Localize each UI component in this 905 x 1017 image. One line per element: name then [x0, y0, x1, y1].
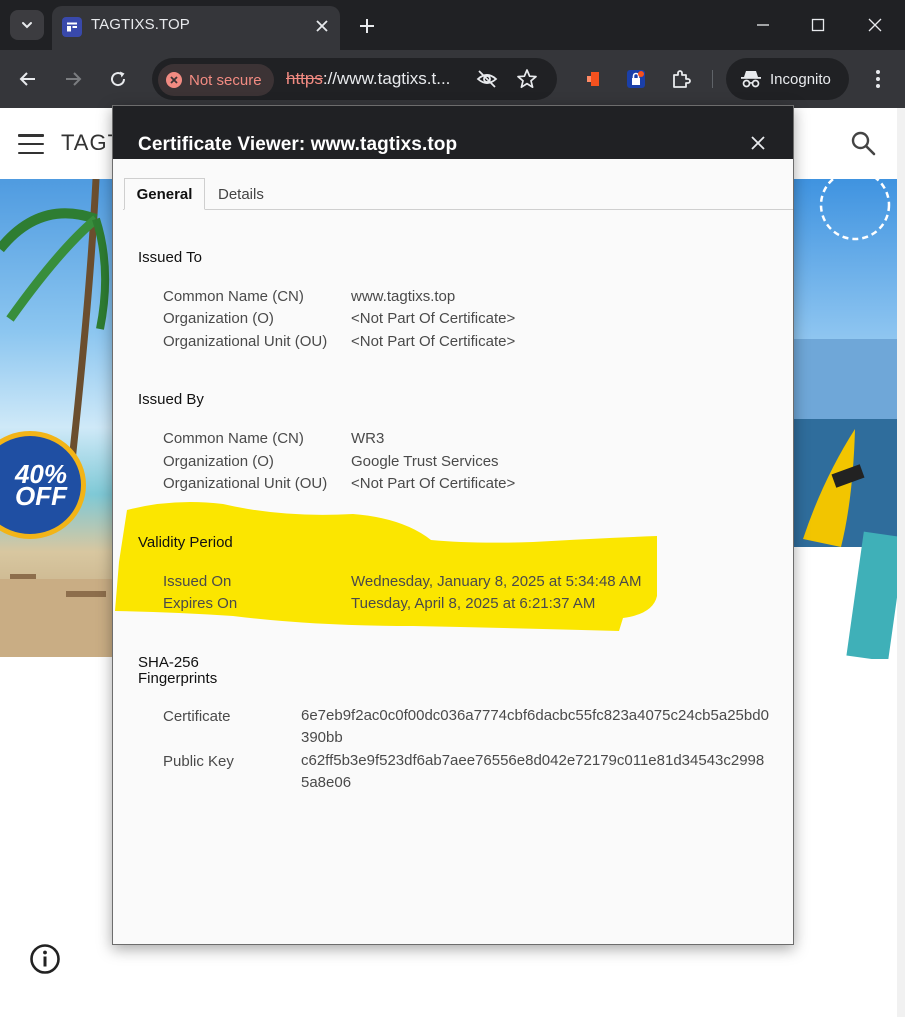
dialog-close-button[interactable] — [747, 132, 769, 154]
dialog-tabs: General Details — [123, 178, 793, 210]
minimize-button[interactable] — [748, 10, 778, 40]
issued-to-ou-label: Organizational Unit (OU) — [163, 333, 328, 350]
forward-icon — [66, 72, 82, 86]
eye-off-icon — [476, 70, 498, 88]
new-tab-button[interactable] — [353, 12, 381, 40]
validity-heading: Validity Period — [138, 534, 233, 551]
back-icon — [19, 72, 35, 86]
close-icon — [316, 20, 328, 32]
hero-lake-image — [793, 179, 897, 659]
tracking-protection-button[interactable] — [476, 68, 498, 90]
close-icon — [868, 18, 882, 32]
extensions-menu-button[interactable] — [666, 64, 696, 94]
close-window-button[interactable] — [860, 10, 890, 40]
fingerprints-heading-line1: SHA-256 — [138, 654, 199, 671]
error-icon — [166, 72, 182, 88]
issued-by-o-label: Organization (O) — [163, 453, 274, 470]
public-key-fp-value: c62ff5b3e9f523df6ab7aee76556e8d042e72179… — [301, 752, 765, 791]
kayak-illustration — [793, 179, 897, 659]
url-host: ://www.tagtixs.t... — [322, 69, 451, 88]
forward-button[interactable] — [58, 64, 88, 94]
close-icon — [751, 136, 765, 150]
issued-to-cn-label: Common Name (CN) — [163, 288, 304, 305]
issued-to-o-value: <Not Part Of Certificate> — [351, 310, 516, 327]
kebab-menu-icon — [876, 70, 880, 88]
palm-tree-illustration — [0, 179, 112, 657]
browser-tab[interactable]: TAGTIXS.TOP — [52, 6, 340, 50]
expires-on-value: Tuesday, April 8, 2025 at 6:21:37 AM — [351, 595, 596, 612]
public-key-fp-label: Public Key — [163, 753, 234, 770]
issued-by-ou-value: <Not Part Of Certificate> — [351, 475, 516, 492]
dialog-titlebar: Certificate Viewer: www.tagtixs.top — [113, 106, 793, 159]
issued-by-cn-value: WR3 — [351, 430, 385, 447]
hero-beach-image: 40% OFF — [0, 179, 112, 657]
maximize-button[interactable] — [803, 10, 833, 40]
reload-button[interactable] — [103, 64, 133, 94]
extension-button-2[interactable] — [621, 64, 651, 94]
incognito-label: Incognito — [770, 70, 831, 88]
tab-details[interactable]: Details — [218, 178, 264, 210]
megaphone-icon — [587, 72, 599, 86]
back-button[interactable] — [13, 64, 43, 94]
url-text[interactable]: https://www.tagtixs.t... — [286, 69, 450, 89]
star-icon — [517, 69, 537, 89]
tab-search-button[interactable] — [10, 10, 44, 40]
plus-icon — [360, 19, 374, 33]
not-secure-label: Not secure — [189, 71, 262, 89]
browser-toolbar: Not secure https://www.tagtixs.t... Inco… — [0, 50, 905, 108]
maximize-icon — [811, 18, 825, 32]
incognito-button[interactable]: Incognito — [726, 58, 849, 100]
issued-by-heading: Issued By — [138, 391, 204, 408]
url-scheme: https — [286, 69, 323, 88]
security-chip[interactable]: Not secure — [158, 64, 274, 96]
issued-on-value: Wednesday, January 8, 2025 at 5:34:48 AM — [351, 573, 642, 590]
issued-by-o-value: Google Trust Services — [351, 453, 499, 470]
search-icon[interactable] — [850, 130, 876, 156]
hamburger-icon[interactable] — [18, 134, 44, 154]
issued-on-label: Issued On — [163, 573, 232, 590]
tab-general[interactable]: General — [124, 178, 205, 210]
minimize-icon — [757, 24, 769, 26]
issued-to-o-label: Organization (O) — [163, 310, 274, 327]
certificate-fp-label: Certificate — [163, 708, 231, 725]
browser-menu-button[interactable] — [864, 64, 892, 94]
dialog-title: Certificate Viewer: www.tagtixs.top — [138, 134, 458, 155]
issued-to-ou-value: <Not Part Of Certificate> — [351, 333, 516, 350]
bookmark-button[interactable] — [516, 68, 538, 90]
issued-by-ou-label: Organizational Unit (OU) — [163, 475, 328, 492]
certificate-viewer-dialog: Certificate Viewer: www.tagtixs.top Gene… — [112, 105, 794, 945]
incognito-icon — [741, 71, 761, 88]
expires-on-label: Expires On — [163, 595, 238, 612]
puzzle-icon — [673, 70, 691, 88]
favicon-icon — [62, 17, 82, 37]
fingerprints-heading-line2: Fingerprints — [138, 670, 218, 687]
toolbar-separator — [712, 70, 713, 88]
issued-to-heading: Issued To — [138, 249, 202, 266]
issued-to-cn-value: www.tagtixs.top — [351, 288, 456, 305]
reload-icon — [111, 71, 126, 87]
shield-lock-icon — [627, 70, 645, 88]
address-bar[interactable]: Not secure https://www.tagtixs.t... — [152, 58, 557, 100]
issued-by-cn-label: Common Name (CN) — [163, 430, 304, 447]
chevron-down-icon — [22, 22, 32, 29]
page-scrollbar[interactable] — [897, 108, 905, 1017]
tab-strip: TAGTIXS.TOP — [0, 0, 905, 50]
extension-button-1[interactable] — [578, 64, 608, 94]
tab-title: TAGTIXS.TOP — [91, 16, 190, 33]
certificate-fp-value: 6e7eb9f2ac0c0f00dc036a7774cbf6dacbc55fc8… — [301, 707, 769, 746]
tab-close-button[interactable] — [310, 14, 334, 38]
badge-off: OFF — [15, 481, 67, 511]
info-icon[interactable] — [29, 943, 61, 975]
